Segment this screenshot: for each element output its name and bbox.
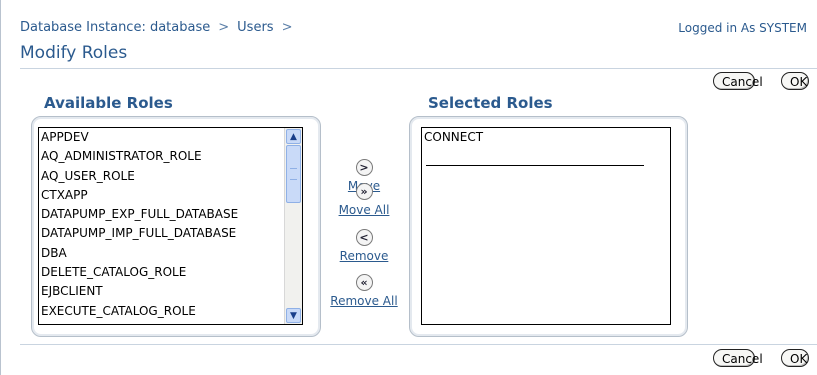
- available-roles-scrollbar[interactable]: ▲ ▼: [284, 128, 302, 324]
- list-item[interactable]: EXECUTE_CATALOG_ROLE: [39, 302, 285, 321]
- list-item[interactable]: AQ_ADMINISTRATOR_ROLE: [39, 147, 285, 166]
- cancel-button-top[interactable]: Cancel: [713, 72, 763, 90]
- breadcrumb-separator: >: [218, 20, 230, 35]
- remove-all-link[interactable]: Remove All: [320, 294, 408, 308]
- breadcrumb-separator: >: [281, 20, 293, 35]
- ok-button-top[interactable]: OK: [781, 72, 809, 90]
- selected-roles-listbox[interactable]: CONNECT: [421, 127, 671, 325]
- list-item[interactable]: DATAPUMP_IMP_FULL_DATABASE: [39, 224, 285, 243]
- page-left-border: [0, 0, 1, 375]
- list-item[interactable]: AQ_USER_ROLE: [39, 167, 285, 186]
- remove-control: < Remove: [320, 229, 408, 263]
- breadcrumb: Database Instance: database > Users >: [20, 20, 300, 35]
- move-all-arrow-icon[interactable]: »: [355, 183, 373, 200]
- breadcrumb-database-instance[interactable]: Database Instance: database: [20, 20, 210, 35]
- cancel-button-bottom[interactable]: Cancel: [713, 349, 763, 367]
- list-item[interactable]: DBA: [39, 244, 285, 263]
- page-title: Modify Roles: [20, 43, 128, 63]
- selected-roles-title: Selected Roles: [428, 94, 553, 112]
- move-all-control: » Move All: [320, 183, 408, 217]
- available-roles-title: Available Roles: [44, 94, 173, 112]
- scroll-down-icon[interactable]: ▼: [286, 308, 301, 323]
- move-all-link[interactable]: Move All: [320, 203, 408, 217]
- remove-all-arrow-icon[interactable]: «: [355, 274, 373, 291]
- list-item[interactable]: DELETE_CATALOG_ROLE: [39, 263, 285, 282]
- available-roles-items: APPDEV AQ_ADMINISTRATOR_ROLE AQ_USER_ROL…: [39, 128, 285, 321]
- breadcrumb-users[interactable]: Users: [237, 20, 273, 35]
- available-roles-listbox[interactable]: APPDEV AQ_ADMINISTRATOR_ROLE AQ_USER_ROL…: [38, 127, 303, 325]
- scroll-up-icon[interactable]: ▲: [286, 129, 301, 144]
- remove-arrow-icon[interactable]: <: [355, 229, 373, 246]
- remove-all-control: « Remove All: [320, 274, 408, 308]
- footer-divider: [20, 344, 817, 345]
- move-arrow-icon[interactable]: >: [355, 159, 373, 176]
- list-item[interactable]: APPDEV: [39, 128, 285, 147]
- list-item[interactable]: EJBCLIENT: [39, 282, 285, 301]
- list-item[interactable]: CONNECT: [422, 128, 670, 146]
- scrollbar-grip-icon: [290, 168, 297, 180]
- selected-list-divider: [426, 165, 644, 166]
- remove-link[interactable]: Remove: [320, 249, 408, 263]
- scrollbar-thumb[interactable]: [286, 145, 301, 203]
- ok-button-bottom[interactable]: OK: [781, 349, 809, 367]
- title-divider: [20, 68, 817, 69]
- list-item[interactable]: DATAPUMP_EXP_FULL_DATABASE: [39, 205, 285, 224]
- list-item[interactable]: CTXAPP: [39, 186, 285, 205]
- login-info: Logged in As SYSTEM: [678, 21, 807, 35]
